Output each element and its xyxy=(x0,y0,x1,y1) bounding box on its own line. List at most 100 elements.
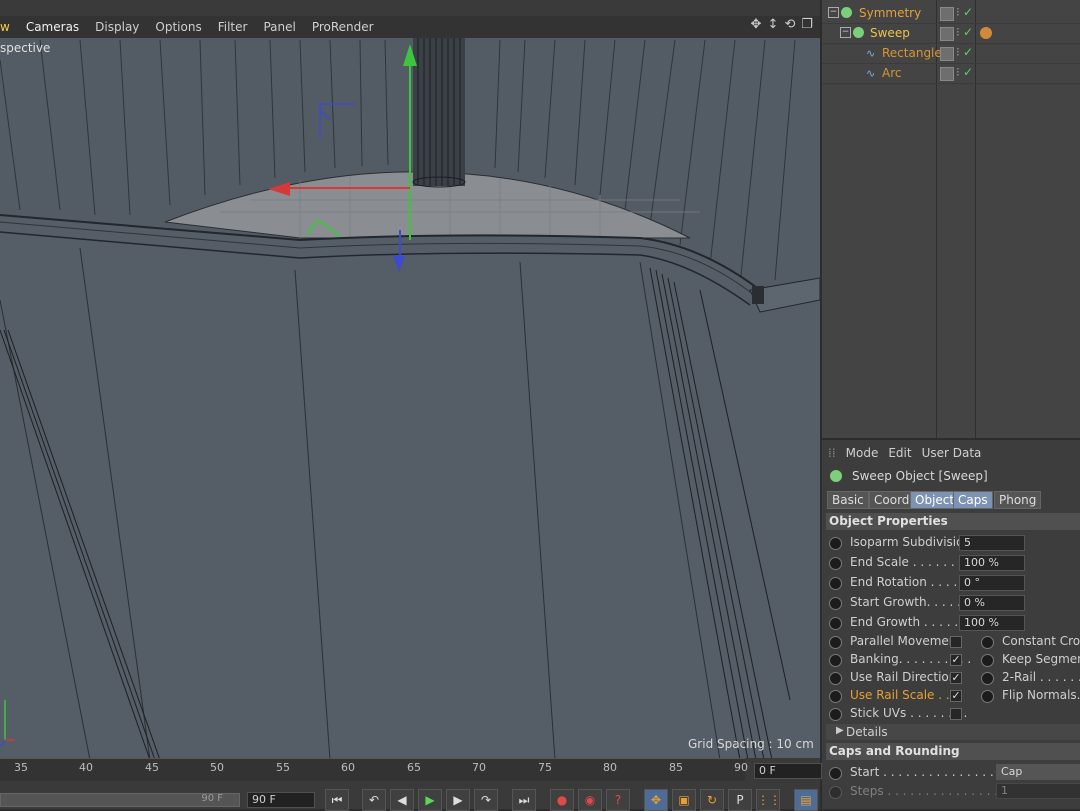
menu-user-data[interactable]: User Data xyxy=(922,446,982,460)
key-scale-button[interactable]: ▣ xyxy=(672,789,696,811)
animate-radio[interactable] xyxy=(829,597,842,610)
caps-start-dropdown[interactable]: Cap xyxy=(996,764,1080,780)
menu-edit[interactable]: Edit xyxy=(888,446,911,460)
key-parameter-button[interactable]: P xyxy=(728,789,752,811)
prop-value-field[interactable]: 5 xyxy=(959,535,1025,551)
object-row-sweep[interactable]: − Sweep ⁝ ✓ xyxy=(822,23,1080,44)
prop-value-field[interactable]: 0 ° xyxy=(959,575,1025,591)
tab-caps[interactable]: Caps xyxy=(953,491,993,509)
key-pla-button[interactable]: ⋮⋮ xyxy=(756,789,781,811)
prop-label: Start . . . . . . . . . . . . . . . . . … xyxy=(850,765,1017,779)
object-name[interactable]: Arc xyxy=(882,66,901,80)
maximize-view-icon[interactable]: ❐ xyxy=(800,18,814,32)
time-range-slider[interactable]: 90 F xyxy=(0,793,240,807)
prop-parallel-movement[interactable]: Parallel Movement xyxy=(826,633,976,651)
animate-radio[interactable] xyxy=(981,636,994,649)
menu-filter[interactable]: Filter xyxy=(210,20,256,34)
move-view-icon[interactable]: ✥ xyxy=(749,18,763,32)
object-name[interactable]: Rectangle xyxy=(882,46,942,60)
prop-constant-cross-section[interactable]: Constant Cross xyxy=(978,633,1080,651)
animate-radio[interactable] xyxy=(829,577,842,590)
animate-radio[interactable] xyxy=(829,690,842,703)
prop-use-rail-scale[interactable]: Use Rail Scale . . . ✓ xyxy=(826,687,976,705)
checkbox-unchecked[interactable] xyxy=(950,708,962,720)
animate-radio[interactable] xyxy=(829,654,842,667)
visibility-dots-icon[interactable]: ⁝ xyxy=(956,25,960,39)
play-button[interactable]: ▶ xyxy=(418,789,442,811)
next-frame-button[interactable]: ▶ xyxy=(446,789,470,811)
checkbox-checked[interactable]: ✓ xyxy=(950,690,962,702)
dolly-view-icon[interactable]: ↕ xyxy=(766,18,780,32)
animate-radio[interactable] xyxy=(981,672,994,685)
details-group-header[interactable]: ▶ Details xyxy=(826,724,1080,740)
record-key-button[interactable]: ● xyxy=(550,789,574,811)
visibility-dots-icon[interactable]: ⁝ xyxy=(956,45,960,59)
prev-key-button[interactable]: ↶ xyxy=(362,789,386,811)
animate-radio[interactable] xyxy=(829,786,842,799)
enabled-check-icon[interactable]: ✓ xyxy=(963,65,973,79)
checkbox-unchecked[interactable] xyxy=(950,636,962,648)
menu-prorender[interactable]: ProRender xyxy=(304,20,382,34)
timeline-window-button[interactable]: ▤ xyxy=(794,789,818,811)
object-name[interactable]: Sweep xyxy=(870,26,910,40)
prop-keep-segments[interactable]: Keep Segments xyxy=(978,651,1080,669)
prop-label: 2-Rail . . . . . . . xyxy=(1002,670,1080,684)
enabled-check-icon[interactable]: ✓ xyxy=(963,25,973,39)
checkbox-checked[interactable]: ✓ xyxy=(950,654,962,666)
material-tag-icon[interactable] xyxy=(980,27,992,39)
prop-value-field[interactable]: 100 % xyxy=(959,555,1025,571)
prop-caps-start[interactable]: Start . . . . . . . . . . . . . . . . . … xyxy=(826,764,1080,782)
object-row-arc[interactable]: ∿ Arc ⁝ ✓ xyxy=(822,63,1080,84)
animate-radio[interactable] xyxy=(829,708,842,721)
menu-display[interactable]: Display xyxy=(87,20,147,34)
animate-radio[interactable] xyxy=(829,636,842,649)
end-frame-field[interactable]: 90 F xyxy=(247,792,315,808)
autokey-button[interactable]: ◉ xyxy=(578,789,602,811)
animate-radio[interactable] xyxy=(829,617,842,630)
object-row-rectangle[interactable]: ∿ Rectangle ⁝ ✓ xyxy=(822,43,1080,64)
go-to-start-button[interactable]: ⏮ xyxy=(325,789,349,811)
enabled-check-icon[interactable]: ✓ xyxy=(963,45,973,59)
key-position-button[interactable]: ✥ xyxy=(644,789,668,811)
enabled-check-icon[interactable]: ✓ xyxy=(963,5,973,19)
prop-use-rail-direction[interactable]: Use Rail Direction ✓ xyxy=(826,669,976,687)
viewport-scene[interactable] xyxy=(0,38,820,760)
current-frame-field[interactable]: 0 F xyxy=(754,763,822,779)
key-rotation-button[interactable]: ↻ xyxy=(700,789,724,811)
animate-radio[interactable] xyxy=(829,672,842,685)
animate-radio[interactable] xyxy=(829,537,842,550)
prev-frame-button[interactable]: ◀ xyxy=(390,789,414,811)
tab-object[interactable]: Object xyxy=(910,491,960,509)
object-row-symmetry[interactable]: − Symmetry ⁝ ✓ xyxy=(822,3,1080,24)
menu-mode[interactable]: Mode xyxy=(846,446,879,460)
prop-flip-normals[interactable]: Flip Normals. . xyxy=(978,687,1080,705)
animate-radio[interactable] xyxy=(829,557,842,570)
tick-label: 45 xyxy=(145,761,159,774)
caps-steps-field[interactable]: 1 xyxy=(996,783,1080,799)
animate-radio[interactable] xyxy=(981,654,994,667)
visibility-dots-icon[interactable]: ⁝ xyxy=(956,5,960,19)
animate-radio[interactable] xyxy=(981,690,994,703)
object-name[interactable]: Symmetry xyxy=(859,6,921,20)
menu-options[interactable]: Options xyxy=(147,20,209,34)
menu-view-partial[interactable]: w xyxy=(0,20,18,34)
visibility-dots-icon[interactable]: ⁝ xyxy=(956,65,960,79)
rotate-view-icon[interactable]: ⟲ xyxy=(783,18,797,32)
3d-viewport[interactable]: w Cameras Display Options Filter Panel P… xyxy=(0,0,820,760)
prop-2-rail[interactable]: 2-Rail . . . . . . . xyxy=(978,669,1080,687)
prop-value-field[interactable]: 100 % xyxy=(959,615,1025,631)
menu-cameras[interactable]: Cameras xyxy=(18,20,87,34)
prop-stick-uvs[interactable]: Stick UVs . . . . . . . . xyxy=(826,705,976,723)
prop-value-field[interactable]: 0 % xyxy=(959,595,1025,611)
prop-banking[interactable]: Banking. . . . . . . . . . ✓ xyxy=(826,651,976,669)
tab-basic[interactable]: Basic xyxy=(827,491,869,509)
prop-caps-steps[interactable]: Steps . . . . . . . . . . . . . . . . . … xyxy=(826,783,1080,801)
menu-panel[interactable]: Panel xyxy=(255,20,303,34)
keyframe-selection-button[interactable]: ? xyxy=(606,789,630,811)
tab-phong[interactable]: Phong xyxy=(994,491,1042,509)
animate-radio[interactable] xyxy=(829,767,842,780)
checkbox-checked[interactable]: ✓ xyxy=(950,672,962,684)
go-to-end-button[interactable]: ⏭ xyxy=(512,789,536,811)
next-key-button[interactable]: ↷ xyxy=(474,789,498,811)
timeline-ruler[interactable]: 35 40 45 50 55 60 65 70 75 80 85 90 xyxy=(0,758,748,781)
